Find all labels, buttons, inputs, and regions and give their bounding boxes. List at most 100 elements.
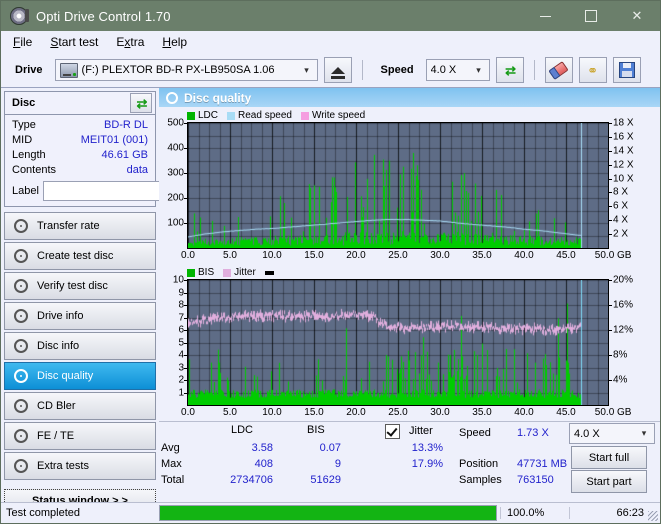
sidebar-item-extra-tests[interactable]: Extra tests: [4, 452, 156, 480]
app-window: Opti Drive Control 1.70 ✕ File Start tes…: [0, 0, 661, 524]
stats-avg-bis: 0.07: [319, 442, 341, 454]
disc-icon: [14, 249, 28, 263]
drive-icon: [59, 62, 78, 78]
maximize-button[interactable]: [568, 1, 614, 31]
disc-refresh-button[interactable]: ⇄: [130, 93, 152, 113]
x-tick-label: 50.0 GB: [594, 250, 632, 261]
x-tick-label: 0.0: [181, 407, 195, 418]
sidebar-item-verify-test-disc[interactable]: Verify test disc: [4, 272, 156, 300]
disc-icon: [14, 369, 28, 383]
y2-tick: [609, 192, 612, 194]
disc-quality-icon: [166, 91, 178, 104]
nav-list: Transfer rate Create test disc Verify te…: [4, 212, 156, 480]
y-tick-label: 200: [167, 192, 184, 204]
disc-panel-title: Disc: [12, 97, 36, 109]
stats-col-jitter: Jitter: [409, 425, 433, 437]
menu-file[interactable]: File: [13, 35, 32, 49]
sidebar-item-create-test-disc[interactable]: Create test disc: [4, 242, 156, 270]
stats-row-avg: Avg: [161, 442, 180, 454]
x-tick-label: 25.0: [388, 407, 408, 418]
menu-start-test-label: tart test: [58, 35, 99, 49]
disc-icon: [14, 429, 28, 443]
legend-item-write-speed: Write speed: [300, 110, 365, 121]
disc-row-value: 46.61 GB: [101, 149, 148, 161]
x-tick-label: 25.0: [388, 250, 408, 261]
stats-speed-label: Speed: [459, 427, 491, 439]
menu-help[interactable]: Help: [162, 35, 187, 49]
erase-button[interactable]: [544, 57, 573, 83]
disc-icon: [14, 219, 28, 233]
minimize-button[interactable]: [522, 1, 568, 31]
menu-extra-label: tra: [130, 35, 145, 49]
close-icon[interactable]: ✕: [614, 1, 660, 31]
legend-label: BIS: [198, 267, 215, 278]
sidebar-item-disc-quality[interactable]: Disc quality: [4, 362, 156, 390]
eraser-icon: [548, 60, 569, 80]
chevron-down-icon: ▾: [641, 428, 647, 438]
disc-row-type: Type BD-R DL: [12, 118, 148, 133]
drive-select-value: (F:) PLEXTOR BD-R PX-LB950SA 1.06: [81, 64, 275, 76]
stats-speed-select[interactable]: 4.0 X ▾: [569, 423, 655, 444]
speed-select[interactable]: 4.0 X ▾: [425, 59, 490, 81]
jitter-checkbox[interactable]: [385, 424, 400, 439]
sidebar-item-cd-bler[interactable]: CD Bler: [4, 392, 156, 420]
drive-select[interactable]: (F:) PLEXTOR BD-R PX-LB950SA 1.06 ▾: [54, 59, 318, 81]
eject-button[interactable]: [323, 57, 352, 83]
sidebar: Disc ⇄ Type BD-R DL MID MEIT01 (001) Len…: [1, 88, 246, 512]
disc-row-key: Contents: [12, 164, 57, 176]
stats-avg-ldc: 3.58: [251, 442, 273, 454]
sidebar-item-label: Drive info: [37, 310, 84, 322]
stats-speed-value: 1.73 X: [517, 427, 549, 439]
disc-row-key: Type: [12, 119, 36, 131]
chart-bis-y-axis-right: 4% 8% 12% 16% 20%: [609, 275, 639, 406]
menu-extra[interactable]: Extra: [116, 35, 144, 49]
x-tick-label: 30.0: [430, 250, 450, 261]
save-button[interactable]: [612, 57, 641, 83]
legend-swatch: [187, 111, 195, 120]
content-area: Disc quality LDC Read speed Write speed: [159, 88, 660, 493]
y2-tick: [609, 220, 612, 222]
stats-max-jitter: 17.9%: [411, 458, 443, 470]
status-text: Test completed: [6, 507, 80, 519]
tools-button[interactable]: ⚭: [578, 57, 607, 83]
stats-max-ldc: 408: [254, 458, 273, 470]
chevron-down-icon: ▾: [304, 64, 309, 75]
chart-ldc-canvas: [188, 123, 608, 248]
sidebar-item-disc-info[interactable]: Disc info: [4, 332, 156, 360]
chart-ldc-plot: [187, 122, 609, 249]
refresh-button[interactable]: ⇄: [495, 57, 524, 83]
chart-bis-plotrow: 1 2 3 4 5 6 7 8 9 10 4% 8% 12% 16% 20%: [161, 275, 658, 406]
y2-tick: [609, 164, 612, 166]
x-tick-label: 15.0: [304, 407, 324, 418]
y2-tick-label: 10 X: [613, 173, 634, 185]
main-area: Disc ⇄ Type BD-R DL MID MEIT01 (001) Len…: [1, 88, 660, 512]
stats-samples-label: Samples: [459, 474, 502, 486]
toolbar-divider-2: [533, 60, 535, 80]
start-full-button[interactable]: Start full: [571, 446, 647, 469]
chart-ldc-y-axis-left: 100 200 300 400 500: [161, 118, 187, 249]
chart-bis-y-axis-left: 1 2 3 4 5 6 7 8 9 10: [161, 275, 187, 406]
sidebar-item-label: Disc info: [37, 340, 80, 352]
y2-tick: [609, 280, 612, 281]
x-tick-label: 30.0: [430, 407, 450, 418]
keys-icon: ⚭: [587, 62, 598, 78]
chart-ldc-plotrow: 100 200 300 400 500 2 X 4 X 6 X 8 X 10 X 12 X 14 X…: [161, 118, 658, 249]
chart-bis-wrapper: BIS Jitter 1 2 3 4 5 6 7 8 9 10 4% 8% 12% 16% 2: [159, 264, 660, 421]
sidebar-item-fe-te[interactable]: FE / TE: [4, 422, 156, 450]
stats-position-label: Position: [459, 458, 499, 470]
y2-tick: [609, 150, 612, 152]
stats-col-ldc: LDC: [231, 424, 254, 436]
x-tick-label: 40.0: [514, 407, 534, 418]
start-part-button[interactable]: Start part: [571, 470, 647, 493]
stats-col-bis: BIS: [307, 424, 325, 436]
menu-file-label: ile: [20, 35, 33, 49]
sidebar-item-drive-info[interactable]: Drive info: [4, 302, 156, 330]
sidebar-item-label: Verify test disc: [37, 280, 108, 292]
legend-swatch: [227, 111, 236, 120]
stats-panel: LDC BIS Jitter Avg 3.58 0.07 13.3% Max 4…: [159, 421, 660, 499]
x-tick-label: 15.0: [304, 250, 324, 261]
menu-start-test[interactable]: Start test: [50, 35, 98, 49]
disc-icon: [14, 309, 28, 323]
resize-grip[interactable]: [648, 511, 658, 521]
sidebar-item-transfer-rate[interactable]: Transfer rate: [4, 212, 156, 240]
